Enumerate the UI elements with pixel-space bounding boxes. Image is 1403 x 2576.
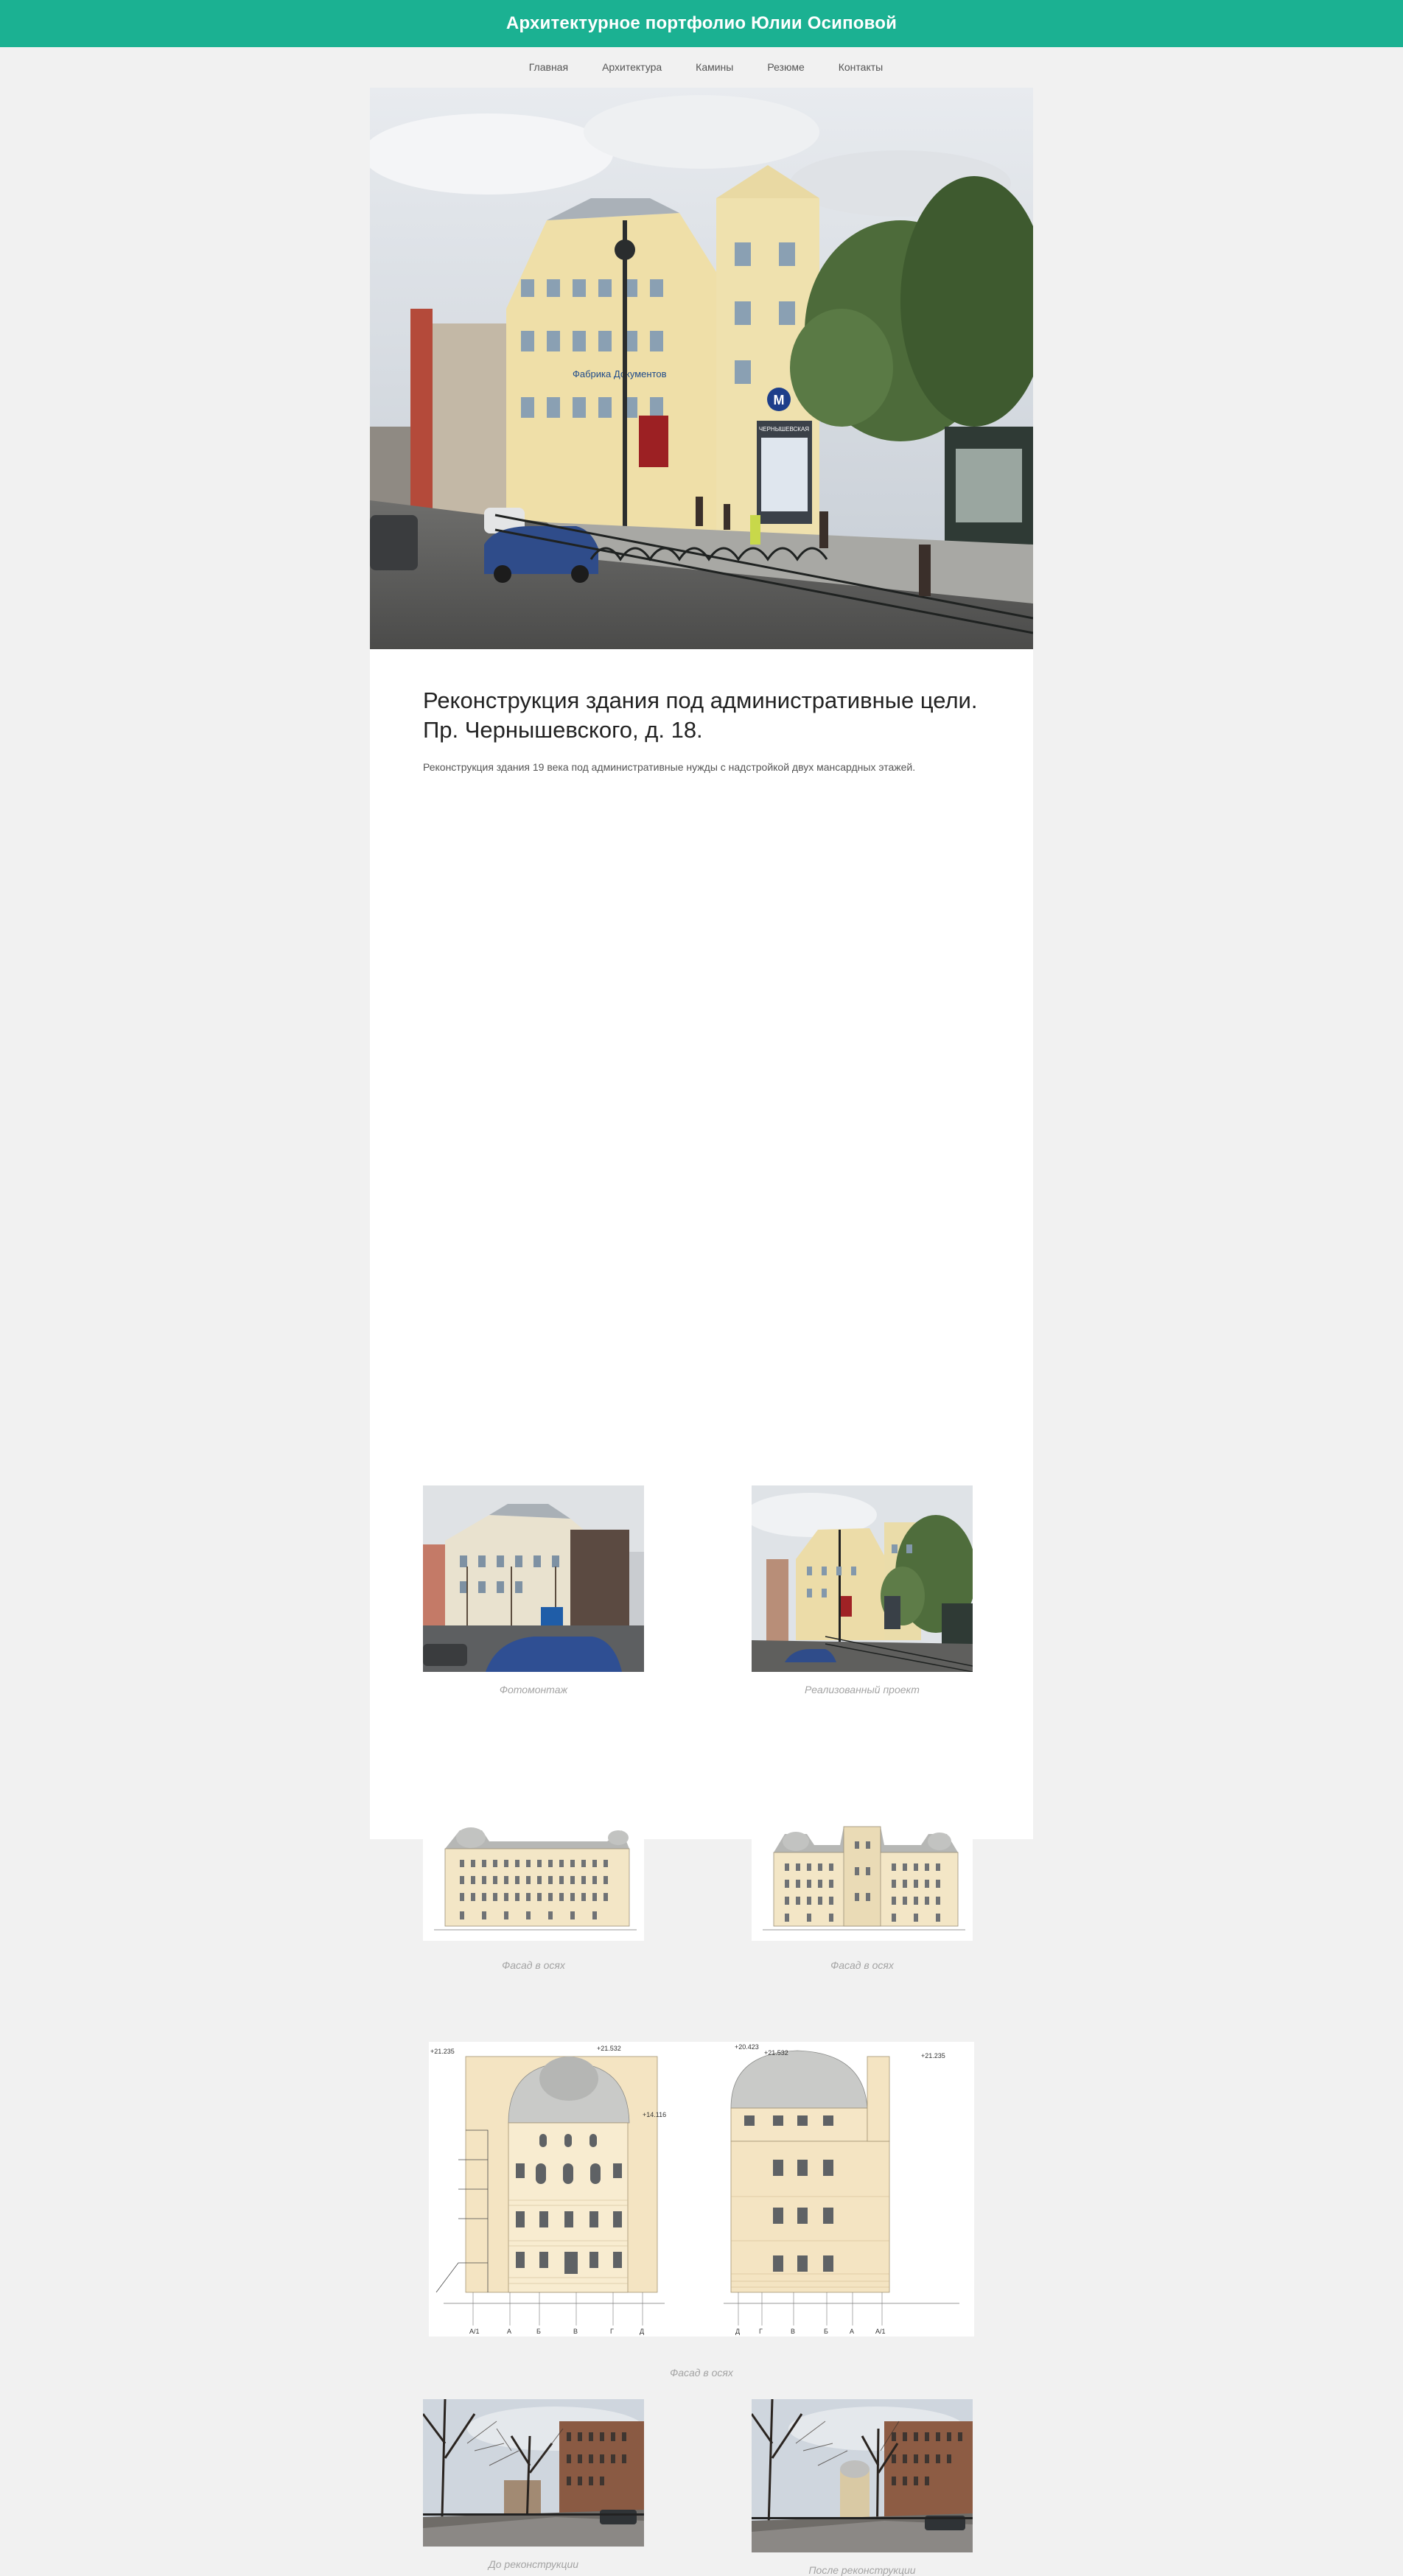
axis-left-3: В [573,2328,578,2335]
axis-right-1: Г [759,2328,763,2335]
gallery-facade-3[interactable]: +21.235 +21.532 +14.116 А/1 А Б В Г Д +2… [429,2042,974,2379]
caption-facade-3: Фасад в осях [670,2367,733,2379]
facade-drawing-1 [423,1808,644,1941]
caption-after: После реконструкции [808,2564,916,2576]
post-content: Реконструкция здания под административны… [370,686,1033,773]
elev-right-mid-label: +21.532 [764,2049,788,2057]
axis-right-5: А/1 [875,2328,886,2335]
hero-photo: Фабрика Документов M ЧЕРНЫШЕВСКАЯ [370,88,1033,649]
axis-left-2: Б [536,2328,541,2335]
elev-right-top-label: +20.423 [735,2043,759,2051]
elev-right-side-label: +21.235 [921,2052,945,2059]
elev-left-mid-label: +21.532 [597,2045,621,2052]
before-reconstruction-image [423,2399,644,2547]
nav-item-architecture[interactable]: Архитектура [585,61,679,73]
axis-right-0: Д [735,2328,740,2335]
caption-facade-1: Фасад в осях [502,1959,565,1971]
axis-left-4: Г [610,2328,614,2335]
gallery-realized[interactable]: Реализованный проект [752,1485,973,1695]
nav-item-fireplaces[interactable]: Камины [679,61,750,73]
site-header: Архитектурное портфолио Юлии Осиповой [0,0,1403,47]
gallery-after[interactable]: После реконструкции [752,2399,973,2576]
caption-before: До реконструкции [488,2558,579,2570]
gallery-before[interactable]: До реконструкции [423,2399,644,2570]
post-description: Реконструкция здания 19 века под админис… [423,761,916,773]
gallery-photomontage[interactable]: Фотомонтаж [423,1485,644,1695]
axis-right-3: Б [824,2328,828,2335]
nav-item-home[interactable]: Главная [512,61,585,73]
gallery-facade-1[interactable]: Фасад в осях [423,1808,644,1971]
axis-right-2: В [791,2328,795,2335]
shop-sign-text: Фабрика Документов [573,368,667,379]
nav-item-contacts[interactable]: Контакты [822,61,900,73]
site-title[interactable]: Архитектурное портфолио Юлии Осиповой [506,13,897,34]
axis-left-0: А/1 [469,2328,480,2335]
elev-left-side-label: +14.116 [643,2111,666,2118]
axis-left-5: Д [640,2328,644,2335]
metro-station-name: ЧЕРНЫШЕВСКАЯ [759,426,809,433]
caption-facade-2: Фасад в осях [830,1959,894,1971]
after-reconstruction-image [752,2399,973,2552]
post-title: Реконструкция здания под административны… [423,687,978,743]
gallery-facade-2[interactable]: Фасад в осях [752,1808,973,1971]
axis-right-4: А [850,2328,854,2335]
caption-photomontage: Фотомонтаж [499,1684,568,1695]
elev-left-top-label: +21.235 [430,2048,455,2055]
street-scene-image: Фабрика Документов M ЧЕРНЫШЕВСКАЯ [370,88,1033,649]
facade-elevations-drawing: +21.235 +21.532 +14.116 А/1 А Б В Г Д +2… [429,2042,974,2337]
post-page: Фабрика Документов M ЧЕРНЫШЕВСКАЯ Реконс… [370,88,1033,2576]
facade-drawing-2 [752,1808,973,1941]
main-nav: Главная Архитектура Камины Резюме Контак… [9,47,1403,87]
metro-sign-letter: M [774,393,785,407]
caption-realized: Реализованный проект [805,1684,920,1695]
realized-project-image [752,1485,973,1672]
photomontage-image [423,1485,644,1672]
axis-left-1: А [507,2328,511,2335]
nav-item-resume[interactable]: Резюме [750,61,821,73]
